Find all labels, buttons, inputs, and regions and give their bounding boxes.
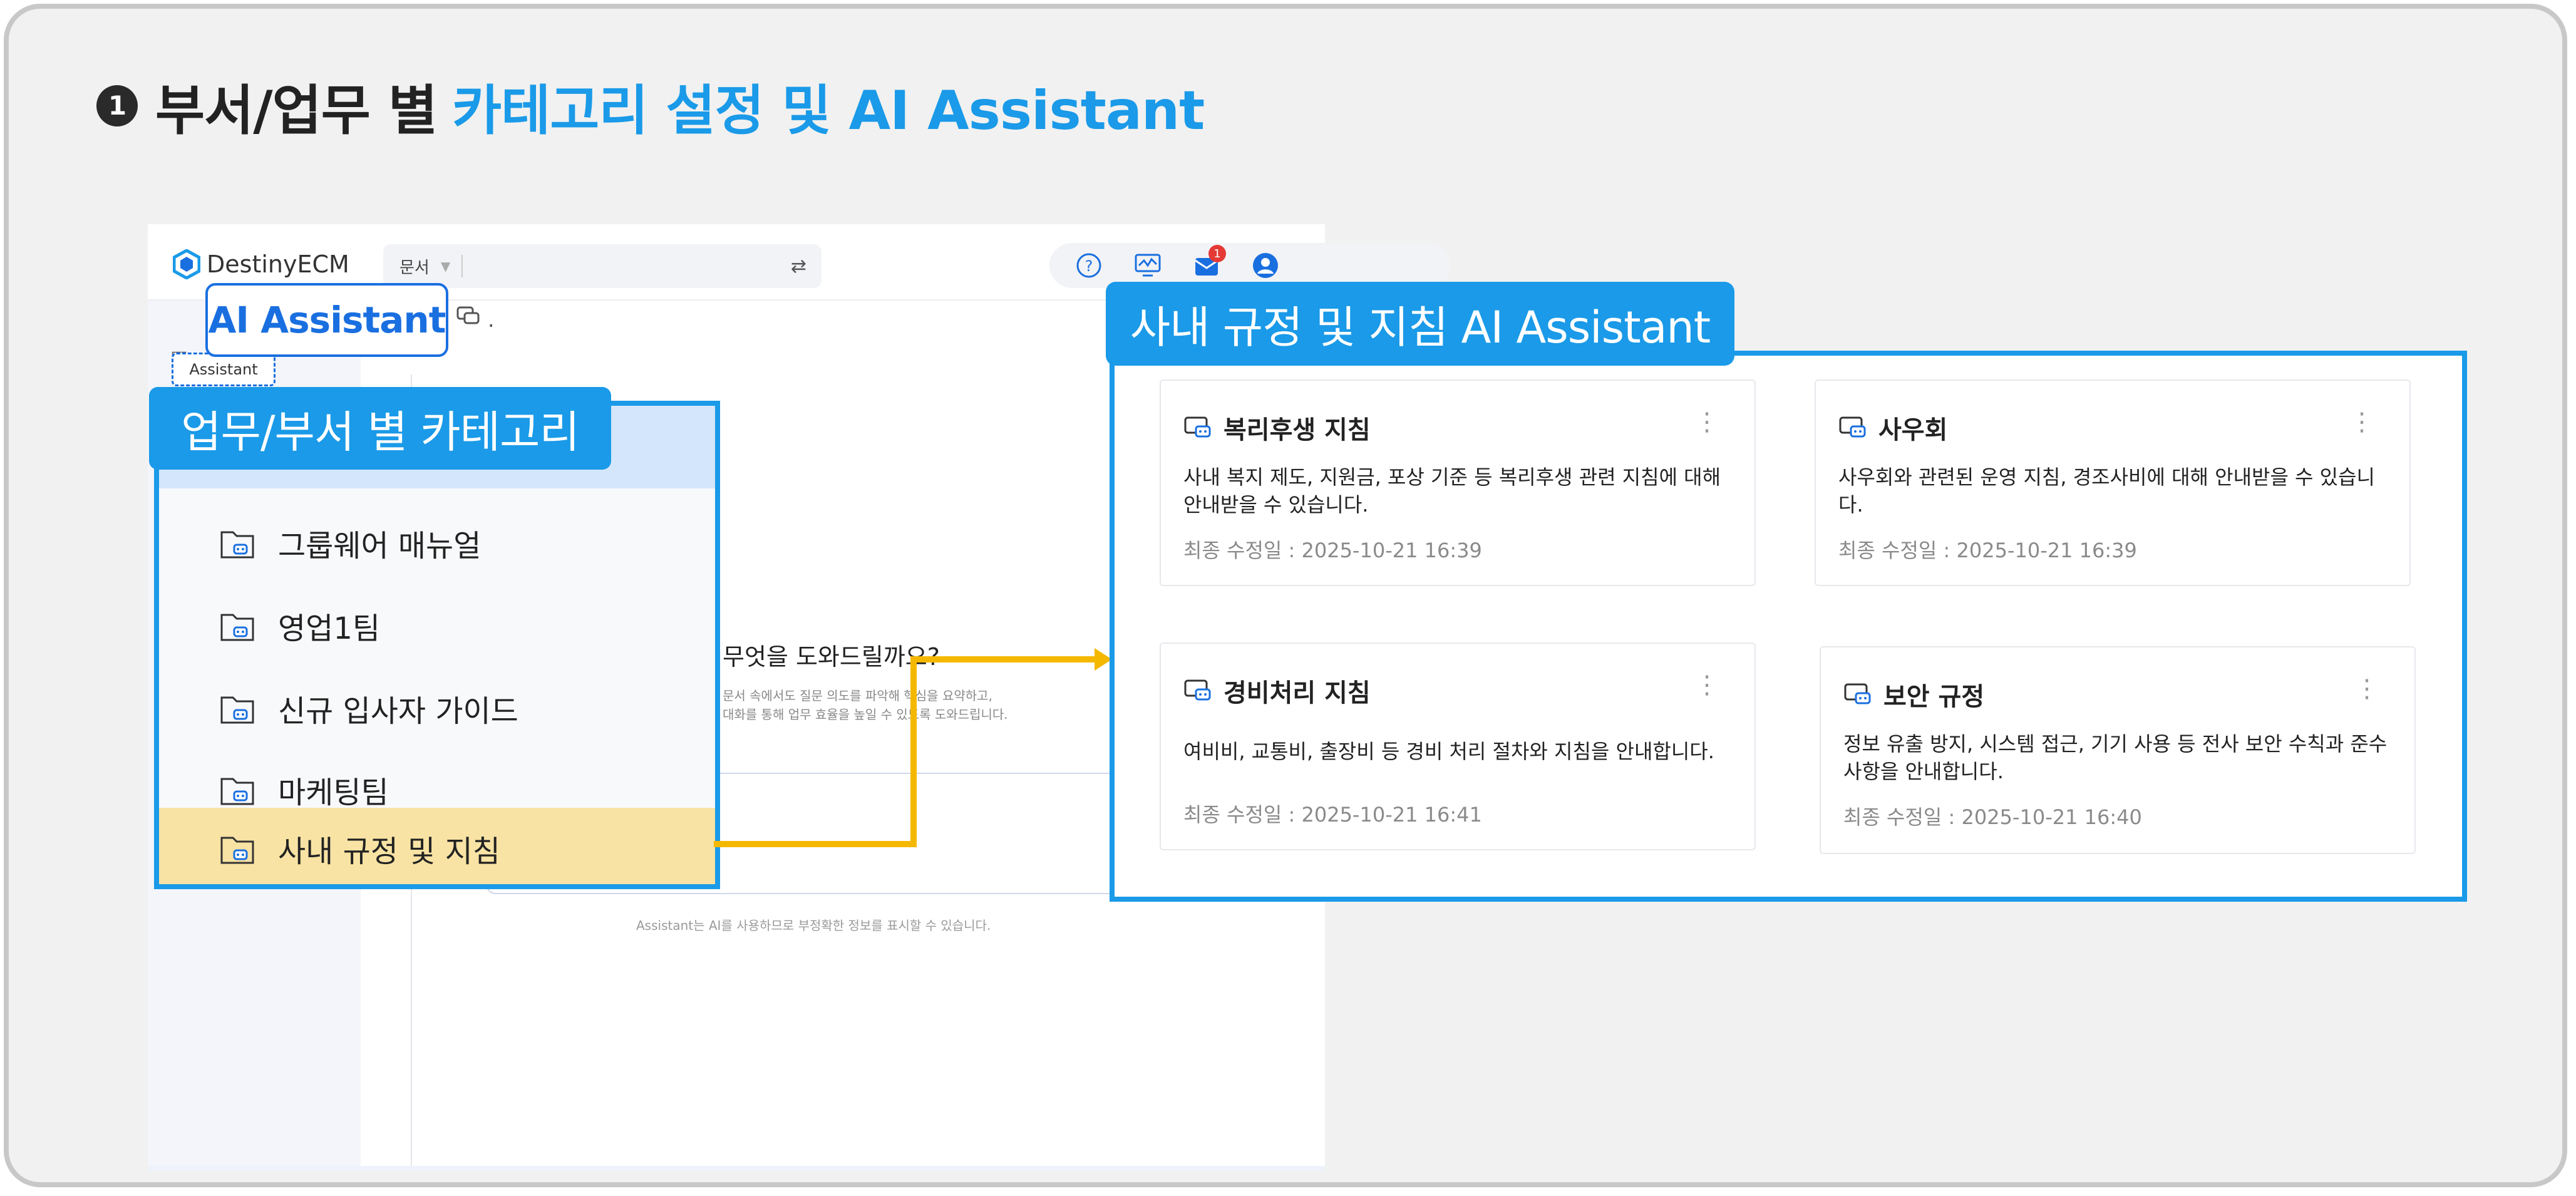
card-title-text: 보안 규정 [1883,683,1985,711]
more-icon[interactable]: ⋮ [1694,410,1719,435]
card-desc-line: 여비비, 교통비, 출장비 등 경비 처리 절차와 지침을 안내합니다. [1183,740,1714,763]
inbox-icon[interactable]: 1 [1192,245,1226,280]
card-desc-line: 사우회와 관련된 운영 지침, 경조사비에 대해 안내받을 수 있습니 [1838,465,2375,489]
more-icon[interactable]: ⋮ [2349,410,2374,435]
search-bar[interactable]: 문서 ▼ ⇄ [383,244,822,288]
assistant-sub-line2: 대화를 통해 업무 효율을 높일 수 있도록 도와드립니다. [723,707,1008,722]
more-icon[interactable]: ⋮ [2354,676,2379,701]
folder-bot-icon [220,531,254,559]
card-description: 정보 유출 방지, 시스템 접근, 기기 사용 등 전사 보안 수칙과 준수 사… [1843,730,2387,785]
chat-bot-icon [1844,683,1871,704]
card-modified: 최종 수정일 : 2025-10-21 16:41 [1183,803,1482,827]
help-icon[interactable]: ? [1074,251,1103,280]
ai-assistant-callout: AI Assistant [205,283,448,357]
folder-bot-icon [220,696,254,724]
category-label: 그룹웨어 매뉴얼 [278,528,482,564]
connector-line [714,841,915,847]
ai-disclaimer: Assistant는 AI를 사용하므로 부정확한 정보를 표시할 수 있습니다… [636,918,991,933]
svg-text:?: ? [1085,257,1093,275]
chat-icon: . [456,306,495,333]
category-label: 사내 규정 및 지침 [278,834,500,869]
sidebar-item-assistant[interactable]: Assistant [172,353,276,386]
category-label: 마케팅팀 [278,775,389,810]
assistant-subtitle: 문서 속에서도 질문 의도를 파악해 핵심을 요약하고, 대화를 통해 업무 효… [723,686,1008,724]
user-icon[interactable] [1251,251,1280,280]
heading-plain: 부서/업무 별 [155,80,438,142]
chevron-down-icon: ▼ [440,259,451,274]
folder-bot-icon [220,778,254,805]
card-title-text: 경비처리 지침 [1224,679,1371,708]
category-label: 영업1팀 [278,611,381,646]
sidebar-assistant-label: Assistant [189,361,258,378]
chat-trailing: . [487,307,495,333]
chat-bot-icon [1184,679,1211,701]
assistant-question: 무엇을 도와드릴까요? [723,643,940,671]
category-label: 신규 입사자 가이드 [278,694,518,729]
card-desc-line: 사내 복지 제도, 지원금, 포상 기준 등 복리후생 관련 지침에 대해 [1183,465,1721,489]
card-title: 경비처리 지침 [1183,673,1371,709]
card-description: 사내 복지 제도, 지원금, 포상 기준 등 복리후생 관련 지침에 대해 안내… [1183,463,1721,518]
app-logo[interactable]: DestinyECM [173,249,349,279]
card-description: 여비비, 교통비, 출장비 등 경비 처리 절차와 지침을 안내합니다. [1183,738,1714,765]
slide-frame: 1 부서/업무 별 카테고리 설정 및 AI Assistant Destiny… [4,4,2567,1187]
category-item[interactable]: 그룹웨어 매뉴얼 [159,502,715,584]
assistant-card[interactable]: 복리후생 지침 ⋮ 사내 복지 제도, 지원금, 포상 기준 등 복리후생 관련… [1160,379,1756,586]
rules-panel-title: 사내 규정 및 지침 AI Assistant [1106,282,1734,366]
category-panel-title: 업무/부서 별 카테고리 [149,387,611,470]
heading-accent: 카테고리 설정 및 AI Assistant [451,80,1205,142]
logo-text: DestinyECM [207,250,349,278]
category-item[interactable]: 영업1팀 [159,585,715,666]
chat-bot-icon [1839,416,1866,438]
assistant-card[interactable]: 보안 규정 ⋮ 정보 유출 방지, 시스템 접근, 기기 사용 등 전사 보안 … [1820,646,2416,854]
card-description: 사우회와 관련된 운영 지침, 경조사비에 대해 안내받을 수 있습니 다. [1838,463,2375,518]
connector-line [910,656,917,847]
assistant-card[interactable]: 사우회 ⋮ 사우회와 관련된 운영 지침, 경조사비에 대해 안내받을 수 있습… [1815,379,2411,586]
rules-assistant-panel: 복리후생 지침 ⋮ 사내 복지 제도, 지원금, 포상 기준 등 복리후생 관련… [1110,351,2467,902]
more-icon[interactable]: ⋮ [1694,673,1719,698]
search-divider [461,255,463,277]
monitor-icon[interactable] [1133,251,1162,280]
card-title: 사우회 [1838,410,1947,446]
card-desc-line: 다. [1838,493,1863,517]
category-item-selected[interactable]: 사내 규정 및 지침 [159,808,715,884]
card-modified: 최종 수정일 : 2025-10-21 16:39 [1838,539,2137,562]
bottom-strip [148,1166,1325,1171]
card-modified: 최종 수정일 : 2025-10-21 16:40 [1843,805,2142,829]
card-desc-line: 안내받을 수 있습니다. [1183,493,1369,517]
card-desc-line: 사항을 안내합니다. [1843,760,2004,783]
assistant-card[interactable]: 경비처리 지침 ⋮ 여비비, 교통비, 출장비 등 경비 처리 절차와 지침을 … [1160,642,1756,850]
notification-badge: 1 [1208,245,1226,262]
step-number: 1 [96,85,138,126]
search-scope-select[interactable]: 문서 [399,255,430,278]
category-item[interactable]: 신규 입사자 가이드 [159,668,715,749]
folder-bot-icon [220,614,254,641]
logo-icon [173,249,200,279]
connector-line [910,656,1098,662]
slide-heading: 1 부서/업무 별 카테고리 설정 및 AI Assistant [96,66,1205,145]
card-title: 복리후생 지침 [1183,410,1371,446]
filter-icon[interactable]: ⇄ [791,255,806,277]
folder-bot-icon [220,837,254,864]
card-desc-line: 정보 유출 방지, 시스템 접근, 기기 사용 등 전사 보안 수칙과 준수 [1843,732,2388,756]
card-title: 보안 규정 [1843,676,1984,713]
chat-bot-icon [1184,416,1211,438]
assistant-sub-line1: 문서 속에서도 질문 의도를 파악해 핵심을 요약하고, [723,688,992,703]
card-modified: 최종 수정일 : 2025-10-21 16:39 [1183,539,1482,562]
card-title-text: 사우회 [1878,416,1948,445]
category-panel: 그룹웨어 매뉴얼 영업1팀 신규 입사자 가이드 마케팅팀 사내 규정 및 지침 [154,401,720,889]
card-title-text: 복리후생 지침 [1224,416,1371,445]
